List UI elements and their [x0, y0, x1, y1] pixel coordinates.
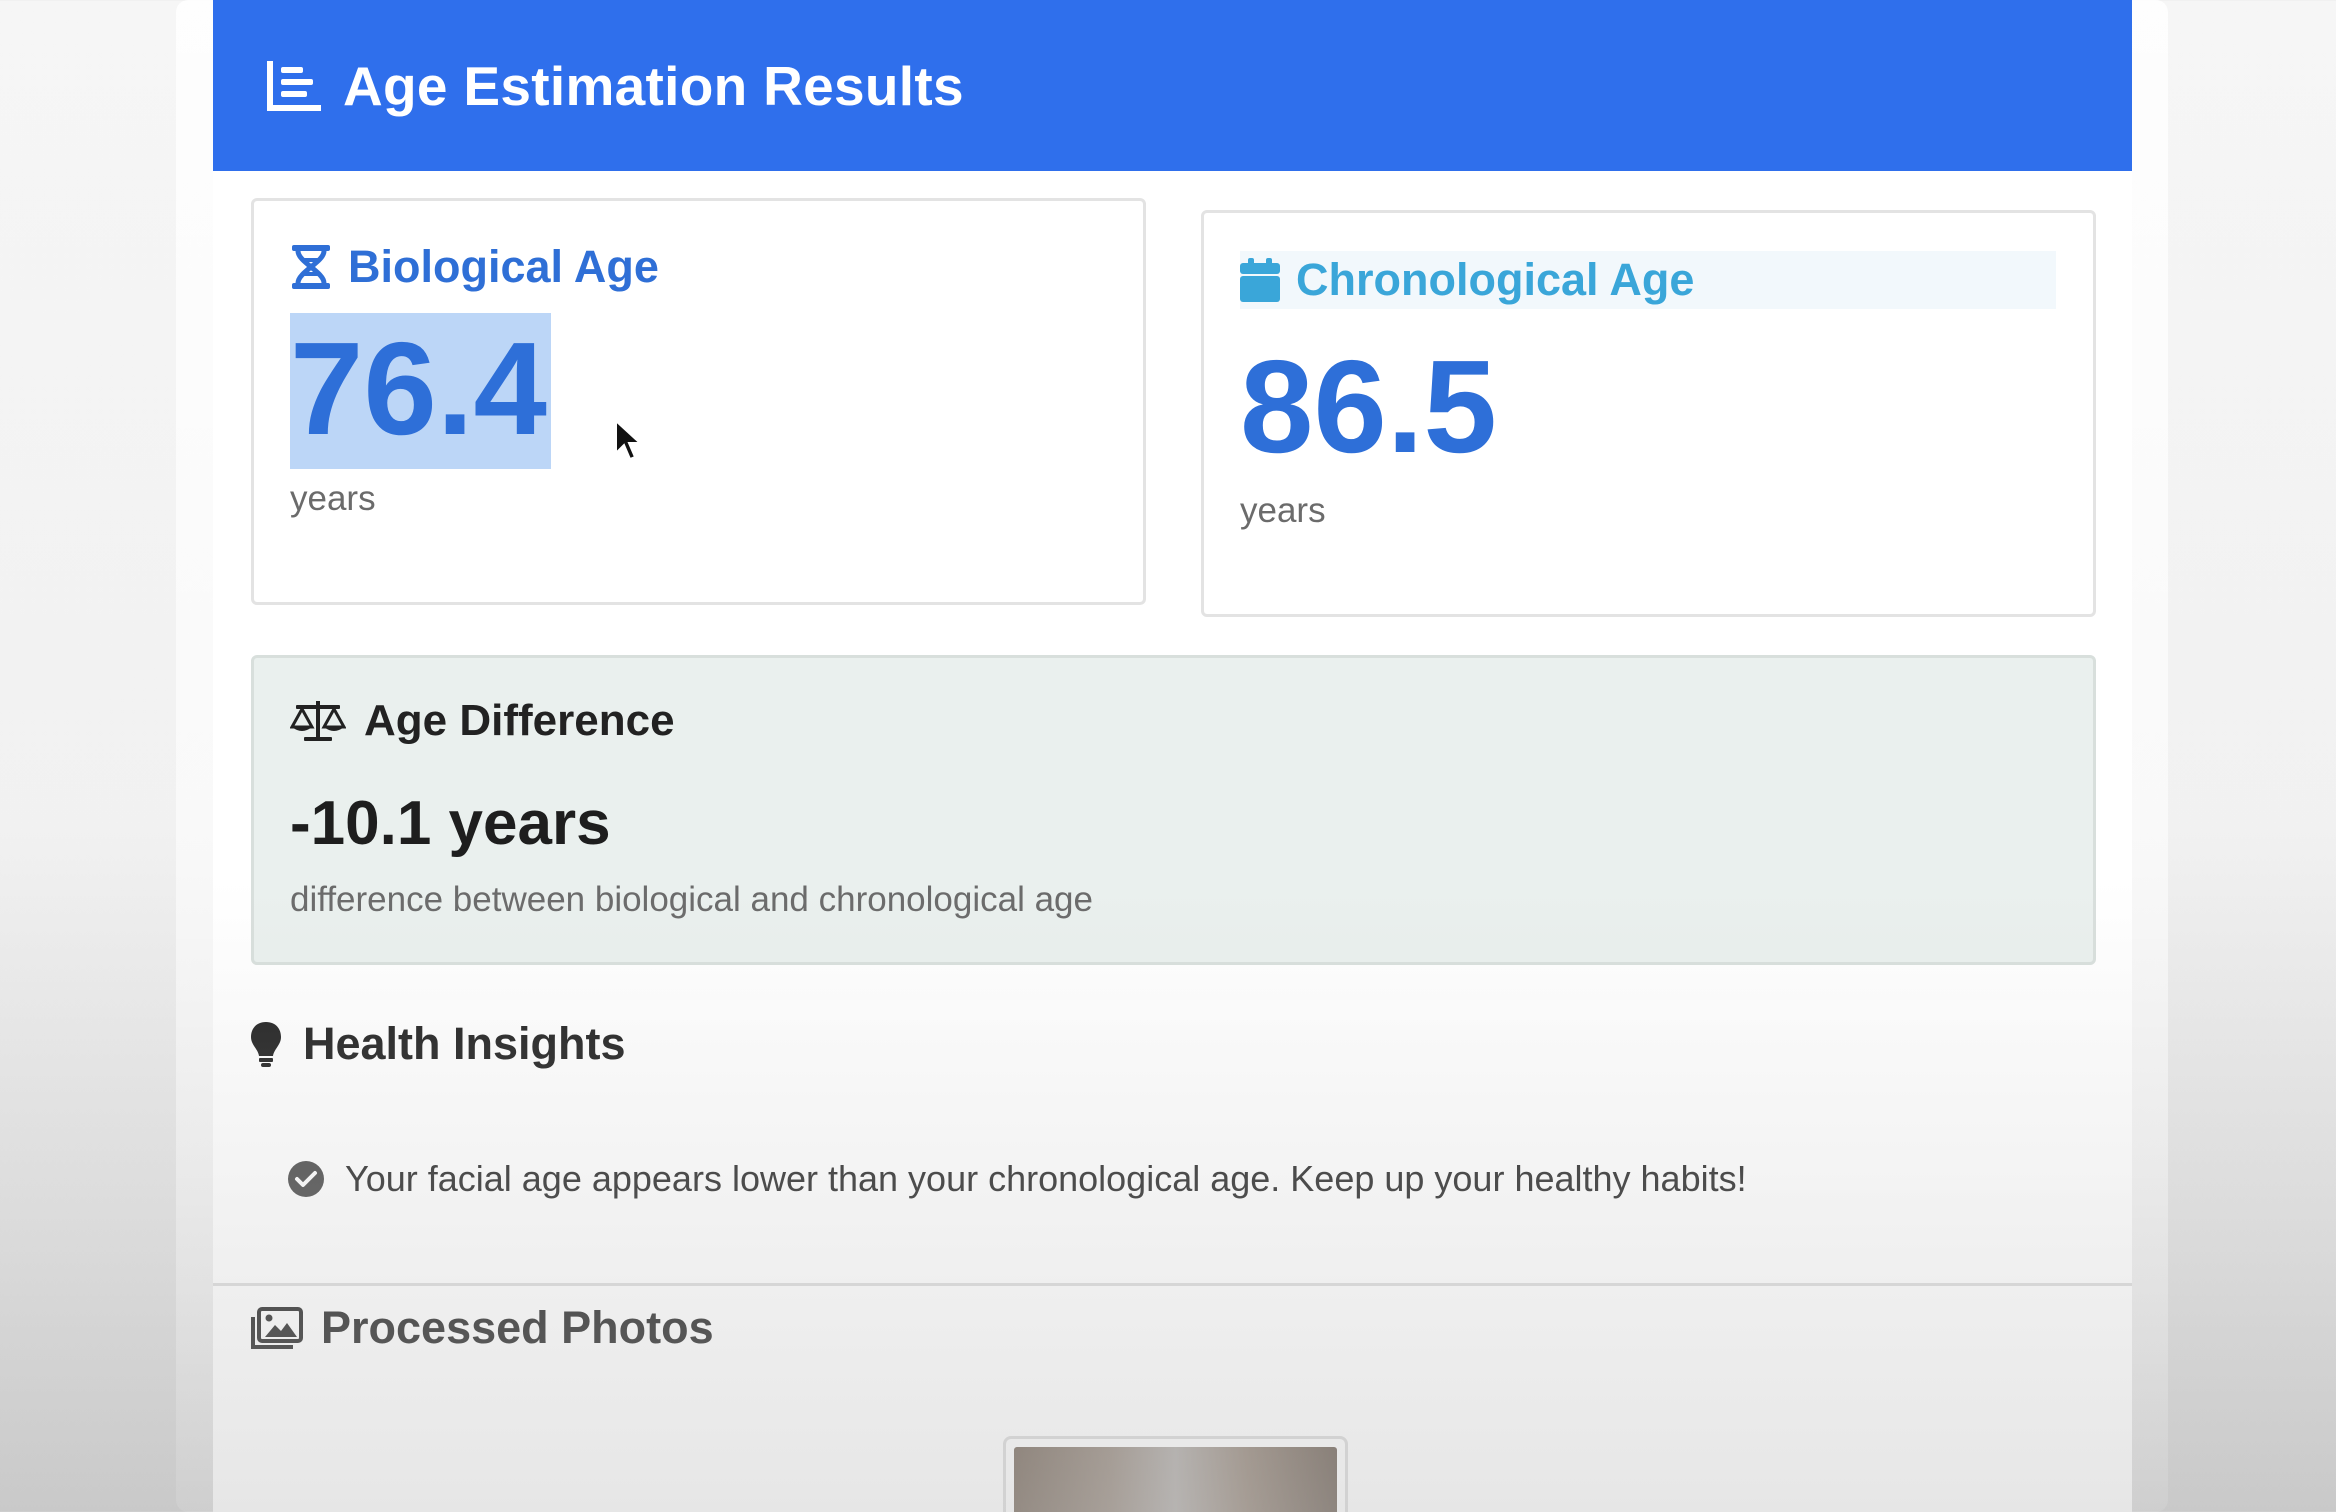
chronological-age-heading: Chronological Age: [1240, 251, 2056, 309]
biological-age-label: Biological Age: [348, 241, 659, 292]
insight-text: Your facial age appears lower than your …: [345, 1158, 1747, 1199]
chart-list-icon: [265, 59, 323, 113]
chronological-age-value: 86.5: [1240, 333, 1497, 480]
balance-scale-icon: [290, 701, 346, 741]
biological-age-heading: Biological Age: [290, 241, 659, 293]
chronological-age-card: Chronological Age 86.5 years: [1201, 210, 2096, 617]
biological-age-card: Biological Age 76.4 years: [251, 198, 1146, 605]
biological-age-value[interactable]: 76.4: [290, 313, 551, 469]
images-icon: [251, 1307, 303, 1349]
results-header: Age Estimation Results: [213, 0, 2132, 171]
age-difference-panel: Age Difference -10.1 years difference be…: [251, 655, 2096, 965]
processed-photo-thumbnail[interactable]: [1003, 1436, 1348, 1512]
check-circle-icon: [288, 1161, 324, 1197]
processed-photos-label: Processed Photos: [321, 1302, 714, 1353]
chronological-age-label: Chronological Age: [1296, 254, 1695, 305]
list-item: Your facial age appears lower than your …: [287, 1158, 1747, 1200]
results-card: Age Estimation Results Biological Age 76…: [213, 0, 2132, 1512]
dna-icon: [292, 245, 330, 289]
age-difference-label: Age Difference: [364, 696, 675, 745]
biological-age-unit: years: [290, 479, 376, 518]
age-difference-description: difference between biological and chrono…: [290, 880, 1093, 919]
calendar-icon: [1240, 258, 1280, 302]
age-difference-heading: Age Difference: [290, 696, 675, 746]
age-difference-value: -10.1 years: [290, 789, 611, 858]
section-divider: [213, 1283, 2132, 1286]
chronological-age-unit: years: [1240, 491, 1326, 530]
health-insights-label: Health Insights: [303, 1018, 626, 1069]
processed-photos-heading: Processed Photos: [249, 1302, 714, 1354]
lightbulb-icon: [251, 1022, 281, 1067]
page-title: Age Estimation Results: [343, 54, 964, 117]
processed-photo-image: [1014, 1447, 1337, 1512]
mouse-cursor-icon: [615, 419, 642, 461]
health-insights-heading: Health Insights: [249, 1018, 626, 1070]
